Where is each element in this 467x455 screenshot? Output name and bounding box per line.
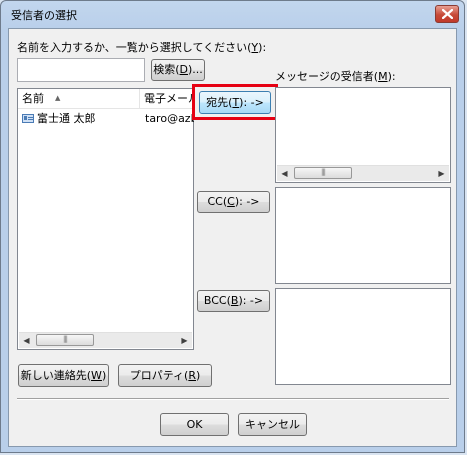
scroll-right-arrow-icon[interactable]: ▶ xyxy=(434,166,449,181)
properties-button-accel-key: R xyxy=(188,368,196,382)
cc-button[interactable]: CC(C): -> xyxy=(197,191,270,213)
separator-line xyxy=(17,398,449,400)
title-bar[interactable]: 受信者の選択 xyxy=(1,1,464,29)
cancel-button[interactable]: キャンセル xyxy=(238,413,307,436)
properties-button[interactable]: プロパティ(R) xyxy=(118,364,212,387)
table-row[interactable]: 富士通 太郎 taro@azby xyxy=(19,110,194,128)
properties-button-text-end: ) xyxy=(196,368,201,382)
bcc-button[interactable]: BCC(B): -> xyxy=(197,290,270,312)
bcc-recipients-list[interactable] xyxy=(275,288,451,385)
ok-button[interactable]: OK xyxy=(160,413,229,436)
to-button-text: 宛先( xyxy=(206,95,233,109)
scroll-left-arrow-icon[interactable]: ◀ xyxy=(19,333,34,348)
dialog-window: 受信者の選択 名前を入力するか、一覧から選択してください(Y): 検索(D)..… xyxy=(0,0,465,453)
scroll-right-arrow-icon[interactable]: ▶ xyxy=(177,333,192,348)
cc-button-text: CC( xyxy=(207,195,228,208)
to-button-text-end: ): -> xyxy=(239,95,264,109)
contact-list[interactable]: 名前 ▲ 電子メール 富士通 太郎 taro@azby ◀ ||| ▶ xyxy=(17,88,194,350)
properties-button-text: プロパティ( xyxy=(129,368,189,382)
scrollbar-thumb[interactable]: ||| xyxy=(36,334,94,346)
new-contact-button-text: 新しい連絡先( xyxy=(20,368,92,382)
recipients-label-accel-key: M xyxy=(378,70,388,83)
sort-ascending-icon: ▲ xyxy=(55,94,61,102)
cc-recipients-list[interactable] xyxy=(275,187,451,284)
new-contact-button-accel-key: W xyxy=(91,368,102,382)
contact-name: 富士通 太郎 xyxy=(37,112,96,125)
search-button-text: 検索( xyxy=(153,63,180,76)
to-recipients-list[interactable]: ◀ ||| ▶ xyxy=(275,87,451,183)
contact-list-hscrollbar[interactable]: ◀ ||| ▶ xyxy=(19,332,192,348)
window-title: 受信者の選択 xyxy=(11,9,77,22)
cc-button-text-end: ): -> xyxy=(234,195,260,208)
recipients-label-text: メッセージの受信者( xyxy=(275,70,379,83)
close-button[interactable] xyxy=(435,5,459,23)
column-header-email[interactable]: 電子メール xyxy=(140,89,193,109)
contact-email: taro@azby xyxy=(145,112,194,125)
instruction-label: 名前を入力するか、一覧から選択してください(Y): xyxy=(17,39,266,55)
new-contact-button-text-end: ) xyxy=(101,368,107,382)
column-header-email-label: 電子メール xyxy=(144,92,193,105)
search-input[interactable] xyxy=(17,58,145,82)
recipients-label: メッセージの受信者(M): xyxy=(275,68,396,84)
new-contact-button[interactable]: 新しい連絡先(W) xyxy=(18,364,109,387)
instruction-text-end: ): xyxy=(258,41,267,54)
bcc-button-text: BCC( xyxy=(203,294,231,307)
close-icon xyxy=(442,9,453,19)
bcc-button-text-end: ): -> xyxy=(238,294,264,307)
dialog-client-area: 名前を入力するか、一覧から選択してください(Y): 検索(D)... メッセージ… xyxy=(8,28,457,447)
search-button[interactable]: 検索(D)... xyxy=(151,59,205,81)
cc-button-accel-key: C xyxy=(227,195,235,208)
scrollbar-thumb[interactable]: ||| xyxy=(294,167,352,179)
scroll-left-arrow-icon[interactable]: ◀ xyxy=(277,166,292,181)
contact-card-icon xyxy=(22,114,34,123)
recipients-label-text-end: ): xyxy=(387,70,396,83)
column-header-name[interactable]: 名前 ▲ xyxy=(18,89,140,109)
search-button-accel-key: D xyxy=(179,63,188,76)
instruction-text: 名前を入力するか、一覧から選択してください( xyxy=(17,41,252,54)
to-list-hscrollbar[interactable]: ◀ ||| ▶ xyxy=(277,165,449,181)
to-button[interactable]: 宛先(T): -> xyxy=(199,91,271,114)
column-header-name-label: 名前 xyxy=(22,92,44,105)
search-button-text-end: )... xyxy=(188,63,203,76)
